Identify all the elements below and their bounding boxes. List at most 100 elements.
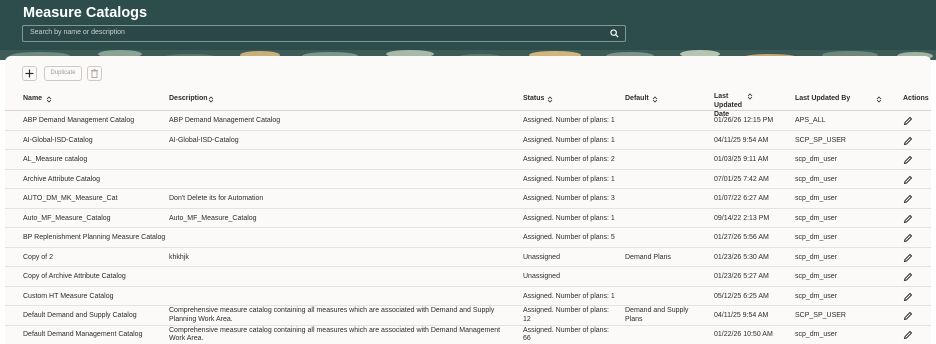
cell-last-updated-date: 01/07/22 6:27 AM — [714, 195, 769, 202]
cell-status: Assigned. Number of plans: 12 — [523, 307, 609, 323]
cell-last-updated-date: 01/23/26 5:30 AM — [714, 254, 769, 261]
pencil-icon[interactable] — [903, 155, 913, 165]
pencil-icon[interactable] — [903, 214, 913, 224]
cell-last-updated-date: 04/11/25 9:54 AM — [714, 312, 769, 319]
cell-name: Archive Attribute Catalog — [23, 176, 101, 183]
table-row[interactable] — [5, 189, 931, 209]
table-row[interactable] — [5, 209, 931, 228]
cell-last-updated-date: 01/23/26 5:27 AM — [714, 273, 769, 280]
column-header-last-updated-by-label: Last Updated By — [795, 95, 851, 102]
cell-last-updated-date: 01/03/25 9:11 AM — [714, 156, 769, 163]
cell-last-updated-by: scp_dm_user — [795, 254, 838, 261]
cell-last-updated-date: 09/14/22 2:13 PM — [714, 215, 770, 222]
column-header-default[interactable]: Default — [625, 95, 649, 102]
pencil-icon[interactable] — [903, 233, 913, 243]
cell-status: Assigned. Number of plans: 5 — [523, 234, 615, 241]
cell-last-updated-by: scp_dm_user — [795, 156, 838, 163]
cell-status: Unassigned — [523, 273, 560, 280]
cell-last-updated-date: 01/22/26 10:50 AM — [714, 331, 773, 338]
plus-icon — [25, 69, 34, 78]
table-row[interactable] — [5, 267, 931, 287]
table-row[interactable] — [5, 287, 931, 306]
sort-icon[interactable] — [46, 96, 52, 103]
cell-last-updated-date: 07/01/25 7:42 AM — [714, 176, 769, 183]
column-header-actions-label: Actions — [903, 95, 929, 102]
cell-last-updated-by: scp_dm_user — [795, 234, 838, 241]
sort-icon[interactable] — [208, 96, 214, 103]
search-input[interactable]: Search by name or description — [22, 25, 626, 42]
cell-name: BP Replenishment Planning Measure Catalo… — [23, 234, 166, 241]
sort-icon[interactable] — [876, 96, 882, 103]
cell-last-updated-by: SCP_SP_USER — [795, 137, 846, 144]
cell-status: Assigned. Number of plans: 1 — [523, 215, 615, 222]
cell-name: Custom HT Measure Catalog — [23, 293, 114, 300]
cell-description: Comprehensive measure catalog containing… — [169, 326, 501, 343]
delete-button[interactable] — [87, 66, 102, 81]
cell-last-updated-by: SCP_SP_USER — [795, 312, 846, 319]
cell-default: Demand Plans — [625, 254, 671, 261]
cell-name: Default Demand Management Catalog — [23, 331, 143, 338]
pencil-icon[interactable] — [903, 136, 913, 146]
cell-status: Assigned. Number of plans: 1 — [523, 137, 615, 144]
table-row[interactable] — [5, 111, 931, 131]
cell-name: AUTO_DM_MK_Measure_Cat — [23, 195, 118, 202]
sort-icon[interactable] — [652, 96, 658, 103]
cell-last-updated-by: scp_dm_user — [795, 195, 838, 202]
cell-last-updated-date: 04/11/25 9:54 AM — [714, 137, 769, 144]
cell-description: Comprehensive measure catalog containing… — [169, 307, 495, 323]
search-icon[interactable] — [610, 29, 619, 38]
column-header-name-label: Name — [23, 95, 43, 102]
table-row[interactable] — [5, 248, 931, 267]
column-header-description-label: Description — [169, 95, 208, 102]
table-row[interactable] — [5, 170, 931, 189]
cell-status: Assigned. Number of plans: 3 — [523, 195, 615, 202]
measure-catalogs-page: { "page": { "title": "Measure Catalogs" … — [0, 0, 936, 344]
pencil-icon[interactable] — [903, 116, 913, 126]
pencil-icon[interactable] — [903, 272, 913, 282]
cell-name: Copy of Archive Attribute Catalog — [23, 273, 126, 280]
cell-name: Auto_MF_Measure_Catalog — [23, 215, 111, 222]
cell-name: ABP Demand Management Catalog — [23, 117, 135, 124]
search-placeholder: Search by name or description — [30, 29, 125, 36]
table-row[interactable] — [5, 150, 931, 170]
cell-status: Assigned. Number of plans: 1 — [523, 293, 615, 300]
cell-last-updated-by: scp_dm_user — [795, 331, 838, 338]
pencil-icon[interactable] — [903, 292, 913, 302]
cell-last-updated-by: scp_dm_user — [795, 273, 838, 280]
column-header-actions: Actions — [903, 95, 929, 102]
pencil-icon[interactable] — [903, 253, 913, 263]
sort-icon[interactable] — [747, 93, 753, 100]
cell-description: Don't Delete its for Automation — [169, 195, 264, 202]
column-header-default-label: Default — [625, 95, 649, 102]
cell-name: Default Demand and Supply Catalog — [23, 312, 137, 319]
cell-name: Copy of 2 — [23, 254, 53, 261]
column-header-status[interactable]: Status — [523, 95, 544, 102]
cell-status: Unassigned — [523, 254, 560, 261]
trash-icon — [91, 68, 98, 78]
cell-status: Assigned. Number of plans: 2 — [523, 156, 615, 163]
add-button[interactable] — [22, 66, 37, 81]
sort-icon[interactable] — [547, 96, 553, 103]
column-header-status-label: Status — [523, 95, 545, 102]
table-row[interactable] — [5, 131, 931, 150]
cell-status: Assigned. Number of plans: 1 — [523, 117, 615, 124]
cell-description: khkhjk — [169, 254, 189, 261]
duplicate-button[interactable]: Duplicate — [44, 66, 82, 81]
cell-status: Assigned. Number of plans: 66 — [523, 326, 609, 343]
pencil-icon[interactable] — [903, 311, 913, 321]
cell-last-updated-by: scp_dm_user — [795, 293, 838, 300]
pencil-icon[interactable] — [903, 175, 913, 185]
cell-status: Assigned. Number of plans: 1 — [523, 176, 615, 183]
cell-description: ABP Demand Management Catalog — [169, 117, 281, 124]
column-header-last-updated-by[interactable]: Last Updated By — [795, 95, 850, 102]
cell-last-updated-date: 05/12/25 6:25 AM — [714, 293, 769, 300]
cell-name: AL_Measure catalog — [23, 156, 88, 163]
cell-default: Demand and Supply Plans — [625, 307, 689, 323]
column-header-name[interactable]: Name — [23, 95, 42, 102]
column-header-description[interactable]: Description — [169, 95, 208, 102]
pencil-icon[interactable] — [903, 330, 913, 340]
pencil-icon[interactable] — [903, 194, 913, 204]
cell-last-updated-by: scp_dm_user — [795, 176, 838, 183]
cell-description: Auto_MF_Measure_Catalog — [169, 215, 257, 222]
cell-last-updated-date: 01/26/26 12:15 PM — [714, 117, 774, 124]
